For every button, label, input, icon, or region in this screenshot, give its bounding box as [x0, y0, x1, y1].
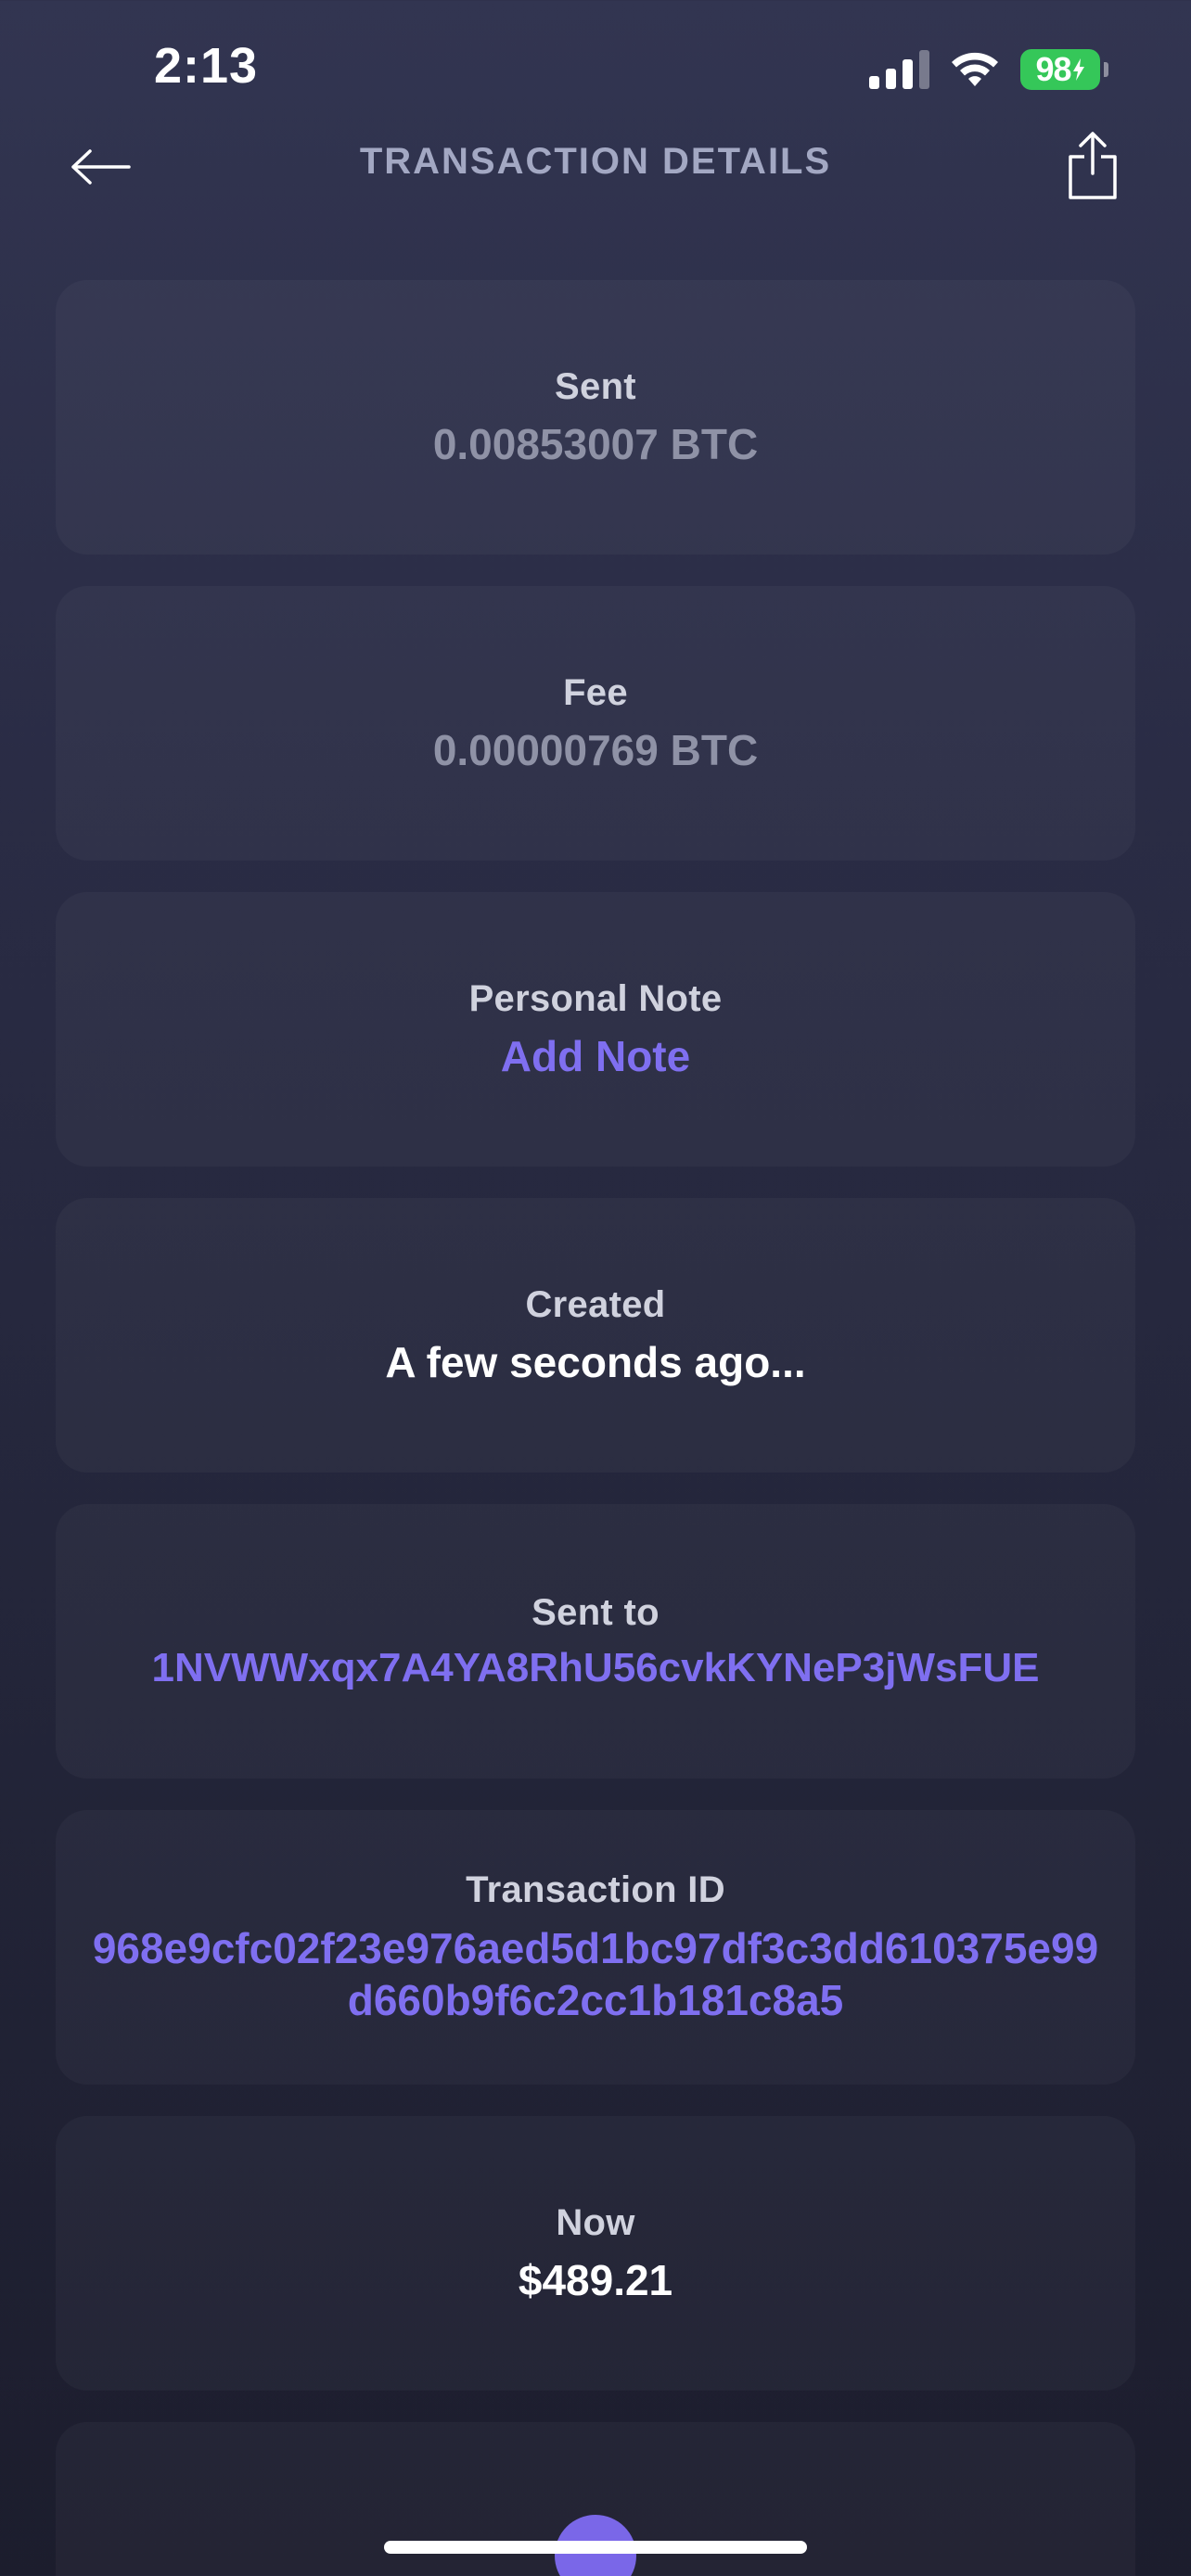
transaction-id-card: Transaction ID 968e9cfc02f23e976aed5d1bc… — [56, 1810, 1135, 2085]
fee-label: Fee — [563, 671, 628, 713]
created-value: A few seconds ago... — [385, 1337, 806, 1386]
charging-bolt-icon — [1072, 58, 1084, 81]
home-indicator[interactable] — [384, 2541, 807, 2554]
now-value: $489.21 — [518, 2255, 673, 2304]
battery-icon: 98 — [1020, 49, 1108, 90]
fee-card: Fee 0.00000769 BTC — [56, 586, 1135, 861]
personal-note-card: Personal Note Add Note — [56, 892, 1135, 1167]
transaction-id-link[interactable]: 968e9cfc02f23e976aed5d1bc97df3c3dd610375… — [56, 1922, 1135, 2026]
fee-amount: 0.00000769 BTC — [432, 725, 759, 774]
header: TRANSACTION DETAILS — [0, 121, 1191, 213]
now-label: Now — [556, 2201, 635, 2243]
battery-level: 98 — [1035, 50, 1071, 88]
share-button[interactable] — [1059, 126, 1126, 204]
sent-label: Sent — [555, 365, 636, 407]
sent-amount: 0.00853007 BTC — [432, 419, 759, 468]
add-note-link[interactable]: Add Note — [501, 1031, 690, 1081]
sent-to-label: Sent to — [531, 1591, 660, 1633]
created-label: Created — [525, 1283, 666, 1325]
created-card: Created A few seconds ago... — [56, 1198, 1135, 1473]
transaction-id-label: Transaction ID — [466, 1868, 725, 1910]
cellular-signal-icon — [869, 50, 929, 89]
wifi-icon — [952, 52, 998, 86]
status-time: 2:13 — [154, 38, 259, 94]
current-value-card: Now $489.21 — [56, 2116, 1135, 2391]
sent-to-card: Sent to 1NVWWxqx7A4YA8RhU56cvkKYNeP3jWsF… — [56, 1504, 1135, 1779]
sent-card: Sent 0.00853007 BTC — [56, 280, 1135, 555]
status-bar: 2:13 98 — [0, 0, 1191, 139]
page-title: TRANSACTION DETAILS — [359, 141, 832, 182]
status-icons: 98 — [869, 46, 1108, 93]
recipient-address-link[interactable]: 1NVWWxqx7A4YA8RhU56cvkKYNeP3jWsFUE — [152, 1645, 1040, 1691]
personal-note-label: Personal Note — [468, 977, 723, 1019]
share-icon — [1069, 132, 1117, 199]
